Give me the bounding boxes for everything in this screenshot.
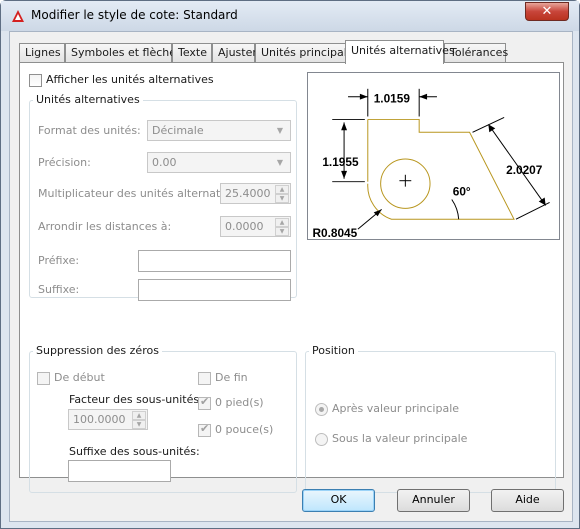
tab-unites-alternatives[interactable]: Unités alternatives <box>345 40 455 64</box>
precision-select[interactable]: 0.00 ▼ <box>147 152 291 173</box>
tab-unites-principales[interactable]: Unités principales <box>255 43 359 63</box>
radio-dot-icon <box>319 407 324 412</box>
help-button[interactable]: Aide <box>491 489 564 512</box>
tab-texte[interactable]: Texte <box>172 43 212 63</box>
precision-label: Précision: <box>38 156 91 169</box>
sub-units-suffix-label: Suffixe des sous-unités: <box>69 445 200 458</box>
dim-angle-label: 60° <box>453 185 471 199</box>
unit-format-select[interactable]: Décimale ▼ <box>147 120 291 141</box>
dialog-client: Lignes Symboles et flèches Texte Ajuster… <box>9 31 573 522</box>
leading-zero-label: De début <box>54 371 105 384</box>
preview-outline <box>367 118 515 220</box>
round-off-spinner[interactable]: 0.0000 ▲ ▼ <box>220 216 291 237</box>
zero-inches-label: 0 pouce(s) <box>215 423 274 436</box>
dim-top-label: 1.0159 <box>374 92 411 106</box>
tab-panel: Afficher les unités alternatives Unités … <box>19 62 564 493</box>
close-button[interactable]: ✕ <box>525 2 569 21</box>
leading-zero-checkbox[interactable] <box>37 372 50 385</box>
sub-units-factor-value: 100.0000 <box>73 413 126 426</box>
ok-button[interactable]: OK <box>302 489 375 512</box>
prefix-label: Préfixe: <box>38 254 80 267</box>
suffix-label: Suffixe: <box>38 283 80 296</box>
dim-radius-label: R0.8045 <box>312 226 357 240</box>
dim-left-label: 1.1955 <box>322 155 359 169</box>
position-group <box>305 351 556 493</box>
title-bar: Modifier le style de cote: Standard ✕ <box>1 1 579 31</box>
zero-suppression-group-label: Suppression des zéros <box>33 344 162 357</box>
alt-units-group-label: Unités alternatives <box>33 93 143 106</box>
checkmark-icon: ✔ <box>200 395 210 408</box>
spin-up-icon[interactable]: ▲ <box>275 185 289 194</box>
position-group-label: Position <box>309 344 358 357</box>
unit-format-value: Décimale <box>152 124 204 137</box>
trailing-zero-checkbox[interactable] <box>198 372 211 385</box>
show-alt-units-checkbox[interactable] <box>29 74 42 87</box>
spin-up-icon[interactable]: ▲ <box>275 218 289 227</box>
spin-down-icon[interactable]: ▼ <box>275 227 289 236</box>
dim-right-label: 2.0207 <box>506 163 543 177</box>
chevron-down-icon: ▼ <box>276 158 284 167</box>
zero-feet-label: 0 pied(s) <box>215 396 264 409</box>
zero-inches-checkbox[interactable]: ✔ <box>198 422 211 437</box>
spin-down-icon[interactable]: ▼ <box>275 194 289 203</box>
show-alt-units-label: Afficher les unités alternatives <box>46 73 214 86</box>
window-title: Modifier le style de cote: Standard <box>31 8 238 22</box>
autocad-logo-icon <box>12 10 24 22</box>
multiplier-value: 25.4000 <box>225 187 271 200</box>
below-primary-radio[interactable] <box>315 433 328 446</box>
checkmark-icon: ✔ <box>200 422 210 435</box>
after-primary-radio[interactable] <box>315 403 328 416</box>
close-icon: ✕ <box>541 4 553 19</box>
after-primary-label: Après valeur principale <box>332 402 460 415</box>
precision-value: 0.00 <box>152 156 177 169</box>
trailing-zero-label: De fin <box>215 371 248 384</box>
cancel-button[interactable]: Annuler <box>397 489 470 512</box>
arrowheads <box>341 93 546 217</box>
suffix-input[interactable] <box>138 279 291 301</box>
spin-down-icon[interactable]: ▼ <box>132 420 146 429</box>
tab-lignes[interactable]: Lignes <box>19 43 65 63</box>
unit-format-label: Format des unités: <box>38 124 141 137</box>
sub-units-factor-label: Facteur des sous-unités: <box>69 393 203 406</box>
prefix-input[interactable] <box>138 250 291 272</box>
below-primary-label: Sous la valeur principale <box>332 432 468 445</box>
tab-ajuster[interactable]: Ajuster <box>212 43 257 63</box>
sub-units-factor-spinner[interactable]: 100.0000 ▲ ▼ <box>68 409 148 430</box>
multiplier-spinner[interactable]: 25.4000 ▲ ▼ <box>220 183 291 204</box>
chevron-down-icon: ▼ <box>276 126 284 135</box>
dimension-preview: 1.0159 1.1955 2.0207 60° R0.8045 <box>307 72 560 240</box>
zero-feet-checkbox[interactable]: ✔ <box>198 395 211 410</box>
tab-symboles-fleches[interactable]: Symboles et flèches <box>65 43 182 63</box>
round-off-value: 0.0000 <box>225 220 264 233</box>
round-off-label: Arrondir les distances à: <box>38 220 172 233</box>
dialog-window: Modifier le style de cote: Standard ✕ Li… <box>0 0 580 529</box>
spin-up-icon[interactable]: ▲ <box>132 411 146 420</box>
dimension-lines <box>332 88 550 230</box>
multiplier-label: Multiplicateur des unités alternatives: <box>38 187 247 200</box>
sub-units-suffix-input[interactable] <box>68 460 171 482</box>
